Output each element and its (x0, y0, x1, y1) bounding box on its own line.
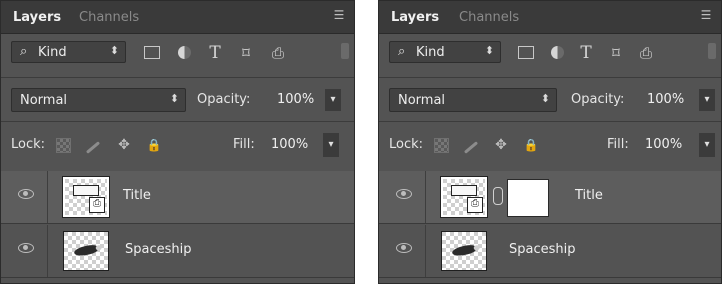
title-art-icon (451, 185, 477, 196)
layer-row-spaceship[interactable]: Spaceship (379, 225, 721, 278)
fill-label: Fill: (607, 137, 629, 152)
divider (425, 171, 426, 223)
layer-thumbnail[interactable]: ⎙ (62, 176, 110, 218)
panel-tab-bar: Layers Channels ☰ (379, 1, 721, 34)
layer-filter-row: ⌕ Kind ⬍ T ⌑ ⎙ (1, 37, 354, 67)
fill-field[interactable]: 100% (645, 137, 682, 152)
shape-layer-filter-icon[interactable]: ⌑ (235, 43, 257, 63)
opacity-dropdown-button[interactable]: ▾ (325, 89, 341, 111)
opacity-field[interactable]: 100% (647, 92, 684, 107)
layer-thumbnail[interactable]: ⎙ (440, 176, 488, 218)
adjustment-layer-filter-icon[interactable] (546, 43, 568, 63)
filter-kind-select[interactable]: ⌕ Kind ⬍ (11, 41, 126, 63)
lock-row: Lock: ✥ 🔒 Fill: 100% ▾ (1, 129, 354, 161)
tab-channels[interactable]: Channels (79, 10, 139, 25)
divider (379, 121, 721, 122)
layers-panel-after: Layers Channels ☰ ⌕ Kind ⬍ T ⌑ ⎙ Normal … (378, 0, 722, 284)
fill-dropdown-button[interactable]: ▾ (323, 133, 339, 157)
spaceship-icon (73, 243, 99, 258)
layer-thumbnail[interactable] (63, 231, 109, 271)
lock-position-icon[interactable]: ✥ (114, 135, 134, 155)
opacity-field[interactable]: 100% (277, 92, 314, 107)
blend-mode-select[interactable]: Normal ⬍ (11, 88, 186, 112)
blend-row: Normal ⬍ Opacity: 100% ▾ (1, 85, 354, 115)
panel-menu-icon[interactable]: ☰ (699, 8, 713, 22)
mask-link-icon[interactable] (493, 187, 503, 205)
layer-thumbnail[interactable] (441, 231, 487, 271)
visibility-eye-icon[interactable] (395, 188, 413, 200)
pixel-layer-filter-icon[interactable] (141, 43, 163, 63)
blend-mode-value: Normal (20, 93, 68, 108)
filter-kind-select[interactable]: ⌕ Kind ⬍ (389, 41, 501, 63)
filter-toggle-switch[interactable] (341, 43, 349, 59)
tab-channels[interactable]: Channels (459, 10, 519, 25)
type-layer-filter-icon[interactable]: T (575, 43, 597, 63)
fill-field[interactable]: 100% (271, 137, 308, 152)
chevron-updown-icon: ⬍ (484, 44, 494, 57)
divider (425, 225, 426, 277)
search-icon: ⌕ (20, 44, 28, 59)
lock-position-icon[interactable]: ✥ (491, 135, 511, 155)
smart-object-filter-icon[interactable]: ⎙ (635, 43, 657, 63)
spaceship-icon (451, 243, 477, 258)
lock-label: Lock: (11, 137, 46, 152)
lock-image-pixels-icon[interactable] (461, 135, 481, 155)
chevron-updown-icon: ⬍ (540, 92, 550, 105)
panel-tab-bar: Layers Channels ☰ (1, 1, 354, 34)
fill-label: Fill: (233, 137, 255, 152)
search-icon: ⌕ (398, 44, 406, 59)
chevron-updown-icon: ⬍ (169, 92, 179, 105)
blend-mode-select[interactable]: Normal ⬍ (389, 88, 557, 112)
filter-toggle-switch[interactable] (708, 43, 716, 59)
divider (1, 121, 354, 122)
lock-label: Lock: (389, 137, 424, 152)
filter-kind-label: Kind (416, 45, 445, 60)
adjustment-layer-filter-icon[interactable] (173, 43, 195, 63)
shape-layer-filter-icon[interactable]: ⌑ (605, 43, 627, 63)
pixel-layer-filter-icon[interactable] (515, 43, 537, 63)
tab-layers[interactable]: Layers (13, 10, 61, 25)
layer-name[interactable]: Title (575, 188, 603, 203)
divider (379, 77, 721, 78)
lock-transparent-pixels-icon[interactable] (53, 135, 73, 155)
opacity-label: Opacity: (571, 92, 625, 107)
layer-list: ⎙ Title Spaceship (379, 169, 721, 283)
divider (47, 171, 48, 223)
lock-row: Lock: ✥ 🔒 Fill: 100% ▾ (379, 129, 721, 161)
tab-layers[interactable]: Layers (391, 10, 439, 25)
layer-row-title[interactable]: ⎙ Title (379, 171, 721, 224)
opacity-label: Opacity: (197, 92, 251, 107)
visibility-eye-icon[interactable] (395, 242, 413, 254)
chevron-updown-icon: ⬍ (109, 44, 119, 57)
smart-object-badge-icon: ⎙ (467, 197, 483, 213)
layer-name[interactable]: Spaceship (509, 242, 576, 257)
blend-mode-value: Normal (398, 93, 446, 108)
opacity-dropdown-button[interactable]: ▾ (699, 89, 715, 111)
type-layer-filter-icon[interactable]: T (204, 43, 226, 63)
layer-name[interactable]: Spaceship (125, 242, 192, 257)
layer-mask-thumbnail[interactable] (507, 179, 549, 217)
smart-object-badge-icon: ⎙ (89, 197, 105, 213)
filter-kind-label: Kind (38, 45, 67, 60)
layer-list: ⎙ Title Spaceship (1, 169, 354, 283)
blend-row: Normal ⬍ Opacity: 100% ▾ (379, 85, 721, 115)
fill-dropdown-button[interactable]: ▾ (699, 133, 715, 157)
lock-image-pixels-icon[interactable] (83, 135, 103, 155)
layer-name[interactable]: Title (123, 188, 151, 203)
title-art-icon (73, 185, 99, 196)
lock-all-icon[interactable]: 🔒 (521, 135, 541, 155)
lock-all-icon[interactable]: 🔒 (144, 135, 164, 155)
panel-menu-icon[interactable]: ☰ (332, 8, 346, 22)
smart-object-filter-icon[interactable]: ⎙ (267, 43, 289, 63)
layer-filter-row: ⌕ Kind ⬍ T ⌑ ⎙ (379, 37, 721, 67)
layer-row-title[interactable]: ⎙ Title (1, 171, 354, 224)
visibility-eye-icon[interactable] (17, 188, 35, 200)
layer-row-spaceship[interactable]: Spaceship (1, 225, 354, 278)
layers-panel-before: Layers Channels ☰ ⌕ Kind ⬍ T ⌑ ⎙ Normal … (0, 0, 355, 284)
divider (1, 77, 354, 78)
lock-transparent-pixels-icon[interactable] (431, 135, 451, 155)
divider (47, 225, 48, 277)
visibility-eye-icon[interactable] (17, 242, 35, 254)
